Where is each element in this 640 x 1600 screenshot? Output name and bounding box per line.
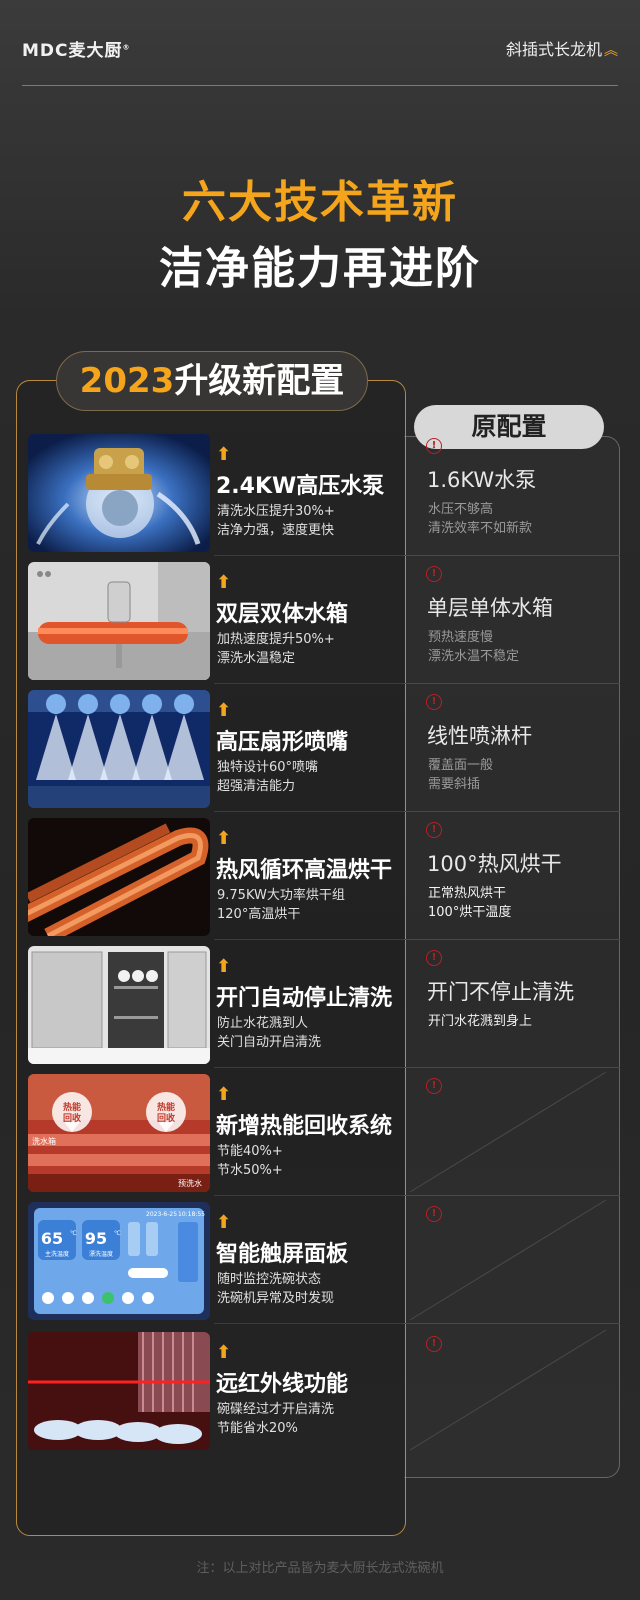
feature-title: 远红外线功能 [216,1372,349,1397]
headline-secondary: 洁净能力再进阶 [159,243,481,294]
warning-icon: ! [426,566,442,582]
screen-date: 2023-6-25 [146,1211,177,1218]
not-available-hatch [409,1199,607,1321]
upgrade-arrow-icon: ⬆ [216,444,232,465]
feature-desc: 清洗水压提升30%+ 洁净力强，速度更快 [217,504,335,538]
not-available-hatch [409,1071,607,1193]
upgrade-arrow-icon: ⬆ [216,828,232,849]
feature-title: 开门自动停止清洗 [216,986,393,1011]
brand-logo[interactable]: MDC麦大厨® [22,36,131,61]
row-divider [214,1323,404,1324]
upgrade-arrow-icon: ⬆ [216,572,232,593]
feature-row: ⬆ 热风循环高温烘干 9.75KW大功率烘干组 120°高温烘干 ! 100°热风… [16,812,620,940]
original-desc: 水压不够高 清洗效率不如新款 [428,502,533,536]
feature-row: 65 ℃ 主洗温度 95 ℃ 漂洗温度 2023-6-25 10:18:55 ⬆… [16,1196,620,1324]
upgrade-arrow-icon: ⬆ [216,956,232,977]
headline-primary: 六大技术革新 [182,177,458,228]
nozzle-image [28,690,210,808]
original-desc: 开门水花溅到身上 [428,1014,533,1029]
feature-row: ⬆ 远红外线功能 碗碟经过才开启清洗 节能省水20% ! [16,1326,620,1454]
screen-time: 10:18:55 [178,1211,205,1218]
tank-label: 洗水箱 [32,1136,56,1146]
wash-temp-readout: 65 [41,1229,63,1248]
feature-row: ⬆ 高压扇形喷嘴 独特设计60°喷嘴 超强清洁能力 ! 线性喷淋杆 覆盖面一般 需要… [16,684,620,812]
feature-title: 新增热能回收系统 [216,1114,393,1139]
top-header: MDC麦大厨® 斜插式长龙机 ︽ [22,30,618,86]
upgrade-arrow-icon: ⬆ [216,1342,232,1363]
feature-desc: 碗碟经过才开启清洗 节能省水20% [217,1402,335,1436]
original-title: 开门不停止清洗 [427,980,574,1004]
heat-recovery-label: 回收 [63,1112,81,1124]
series-name: 斜插式长龙机 ︽ [505,40,618,59]
water-tank-image [28,562,210,680]
original-desc: 预热速度慢 漂洗水温不稳定 [428,630,520,664]
original-desc: 正常热风烘干 100°烘干温度 [428,886,512,920]
wash-temp-label: 主洗温度 [45,1250,69,1258]
heater-coil-image [28,818,210,936]
dishwasher-door-image [28,946,210,1064]
feature-desc: 节能40%+ 节水50%+ [217,1144,283,1178]
feature-row: ⬆ 双层双体水箱 加热速度提升50%+ 漂洗水温稳定 ! 单层单体水箱 预热速度慢… [16,556,620,684]
feature-row: ⬆ 2.4KW高压水泵 清洗水压提升30%+ 洁净力强，速度更快 ! 1.6KW水… [16,428,620,556]
temp-unit: ℃ [70,1230,77,1237]
touch-panel-image: 65 ℃ 主洗温度 95 ℃ 漂洗温度 2023-6-25 10:18:55 [28,1202,210,1320]
heat-recovery-label: 回收 [157,1112,175,1124]
upgrade-arrow-icon: ⬆ [216,700,232,721]
feature-title: 2.4KW高压水泵 [216,474,385,499]
feature-desc: 随时监控洗碗状态 洗碗机异常及时发现 [217,1272,335,1306]
tank-label: 预洗水 [178,1178,202,1188]
double-chevron-up-icon: ︽ [604,43,618,59]
temp-unit: ℃ [114,1230,121,1237]
upgrade-arrow-icon: ⬆ [216,1212,232,1233]
not-available-hatch [409,1329,607,1451]
heat-recovery-label: 热能 [157,1101,175,1113]
feature-desc: 9.75KW大功率烘干组 120°高温烘干 [217,888,345,922]
feature-title: 热风循环高温烘干 [216,858,393,883]
warning-icon: ! [426,694,442,710]
warning-icon: ! [426,822,442,838]
original-title: 1.6KW水泵 [427,468,537,492]
original-title: 线性喷淋杆 [427,724,532,748]
original-desc: 覆盖面一般 需要斜插 [428,758,494,792]
warning-icon: ! [426,950,442,966]
feature-row: 热能 回收 热能 回收 洗水箱 预洗水 ⬆ 新增热能回收系统 节能40%+ 节水5… [16,1068,620,1196]
new-config-title: 2023升级新配置 [56,351,368,411]
feature-desc: 独特设计60°喷嘴 超强清洁能力 [217,760,319,794]
heat-recovery-label: 热能 [63,1101,81,1113]
footnote: 注：以上对比产品皆为麦大厨长龙式洗碗机 [196,1561,444,1576]
upgrade-arrow-icon: ⬆ [216,1084,232,1105]
row-divider [404,1323,620,1324]
rinse-temp-label: 漂洗温度 [89,1250,113,1258]
original-title: 100°热风烘干 [427,852,562,876]
feature-title: 高压扇形喷嘴 [216,730,349,755]
feature-row: ⬆ 开门自动停止清洗 防止水花溅到人 关门自动开启清洗 ! 开门不停止清洗 开门水… [16,940,620,1068]
warning-icon: ! [426,438,442,454]
feature-title: 双层双体水箱 [216,602,349,627]
feature-desc: 防止水花溅到人 关门自动开启清洗 [217,1016,322,1050]
rinse-temp-readout: 95 [85,1229,107,1248]
heat-recovery-image: 热能 回收 热能 回收 洗水箱 预洗水 [28,1074,210,1192]
infrared-image [28,1332,210,1450]
feature-desc: 加热速度提升50%+ 漂洗水温稳定 [217,632,335,666]
original-title: 单层单体水箱 [427,596,553,620]
feature-title: 智能触屏面板 [216,1242,349,1267]
pump-image [28,434,210,552]
